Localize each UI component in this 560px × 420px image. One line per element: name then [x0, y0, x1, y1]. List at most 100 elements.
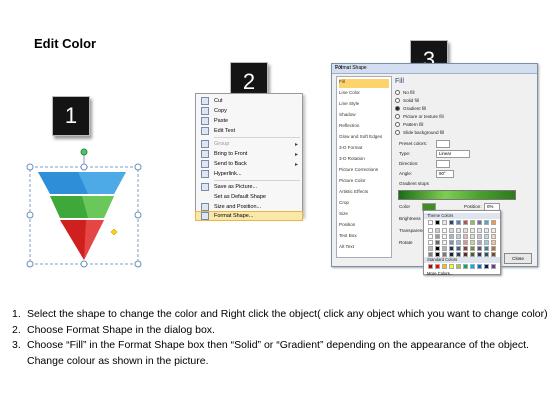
color-swatch[interactable]	[428, 220, 433, 225]
color-swatch[interactable]	[470, 246, 475, 251]
color-swatch[interactable]	[442, 234, 447, 239]
color-swatch[interactable]	[463, 240, 468, 245]
close-button[interactable]: Close	[504, 253, 532, 264]
color-swatch[interactable]	[442, 228, 447, 233]
rotate-checkbox[interactable]: Rotate	[399, 240, 413, 245]
color-swatch[interactable]	[463, 228, 468, 233]
color-swatch[interactable]	[456, 220, 461, 225]
color-swatch[interactable]	[477, 264, 482, 269]
direction-dropdown[interactable]	[436, 160, 450, 168]
radio-solid-fill[interactable]: Solid fill	[395, 98, 419, 103]
color-swatch[interactable]	[442, 246, 447, 251]
color-swatch[interactable]	[484, 220, 489, 225]
category-reflection[interactable]: Reflection	[339, 123, 389, 132]
color-swatch[interactable]	[449, 228, 454, 233]
category-alt-text[interactable]: Alt Text	[339, 244, 389, 253]
category-artistic-effects[interactable]: Artistic Effects	[339, 189, 389, 198]
color-swatch[interactable]	[477, 220, 482, 225]
color-swatch[interactable]	[428, 264, 433, 269]
color-swatch[interactable]	[470, 264, 475, 269]
category-picture-color[interactable]: Picture Color	[339, 178, 389, 187]
menu-item-send-to-back[interactable]: Send to Back ▸	[196, 159, 302, 169]
color-swatch[interactable]	[477, 228, 482, 233]
category-shadow[interactable]: Shadow	[339, 112, 389, 121]
color-swatch[interactable]	[470, 240, 475, 245]
radio-picture-fill[interactable]: Picture or texture fill	[395, 114, 444, 119]
radio-pattern-fill[interactable]: Pattern fill	[395, 122, 423, 127]
color-swatch[interactable]	[442, 220, 447, 225]
color-swatch[interactable]	[463, 234, 468, 239]
category-crop[interactable]: Crop	[339, 200, 389, 209]
color-swatch[interactable]	[477, 234, 482, 239]
category-fill[interactable]: Fill	[339, 79, 389, 88]
menu-item-copy[interactable]: Copy	[196, 106, 302, 116]
color-swatch[interactable]	[449, 220, 454, 225]
color-swatch[interactable]	[463, 264, 468, 269]
gradient-stops-bar[interactable]	[398, 190, 516, 200]
color-swatch[interactable]	[484, 228, 489, 233]
color-swatch[interactable]	[484, 246, 489, 251]
menu-item-bring-to-front[interactable]: Bring to Front ▸	[196, 149, 302, 159]
color-swatch[interactable]	[477, 246, 482, 251]
color-swatch[interactable]	[435, 228, 440, 233]
color-swatch[interactable]	[470, 220, 475, 225]
color-swatch[interactable]	[456, 228, 461, 233]
color-swatch[interactable]	[491, 246, 496, 251]
color-swatch[interactable]	[435, 264, 440, 269]
menu-item-cut[interactable]: Cut	[196, 96, 302, 106]
color-swatch[interactable]	[456, 246, 461, 251]
angle-input[interactable]: 90°	[436, 170, 454, 178]
color-swatch[interactable]	[477, 240, 482, 245]
help-close-icons[interactable]: ? X	[335, 65, 534, 71]
radio-gradient-fill[interactable]: Gradient fill	[395, 106, 426, 111]
menu-item-size-position[interactable]: Size and Position...	[196, 202, 302, 212]
category-3d-rotation[interactable]: 3-D Rotation	[339, 156, 389, 165]
more-colors-link[interactable]: More Colors...	[427, 271, 453, 276]
menu-item-edit-text[interactable]: Edit Text	[196, 126, 302, 136]
color-swatch[interactable]	[484, 234, 489, 239]
color-swatch[interactable]	[449, 234, 454, 239]
color-swatch[interactable]	[491, 220, 496, 225]
category-text-box[interactable]: Text Box	[339, 233, 389, 242]
color-swatch[interactable]	[484, 240, 489, 245]
menu-item-hyperlink[interactable]: Hyperlink...	[196, 169, 302, 179]
color-swatch[interactable]	[449, 246, 454, 251]
color-swatch[interactable]	[435, 246, 440, 251]
color-swatch[interactable]	[463, 246, 468, 251]
color-swatch[interactable]	[456, 264, 461, 269]
category-line-color[interactable]: Line Color	[339, 90, 389, 99]
type-dropdown[interactable]: Linear	[436, 150, 470, 158]
color-swatch[interactable]	[449, 240, 454, 245]
color-swatch[interactable]	[428, 240, 433, 245]
color-swatch[interactable]	[428, 234, 433, 239]
radio-slide-background-fill[interactable]: Slide background fill	[395, 130, 444, 135]
color-swatch[interactable]	[463, 220, 468, 225]
menu-item-set-default-shape[interactable]: Set as Default Shape	[196, 192, 302, 202]
radio-no-fill[interactable]: No fill	[395, 90, 415, 95]
menu-item-paste[interactable]: Paste	[196, 116, 302, 126]
color-swatch[interactable]	[435, 220, 440, 225]
color-swatch[interactable]	[442, 240, 447, 245]
category-picture-corrections[interactable]: Picture Corrections	[339, 167, 389, 176]
preset-colors-dropdown[interactable]	[436, 140, 450, 148]
color-swatch[interactable]	[470, 228, 475, 233]
category-glow[interactable]: Glow and Soft Edges	[339, 134, 389, 143]
menu-item-save-as-picture[interactable]: Save as Picture...	[196, 182, 302, 192]
menu-item-group[interactable]: Group ▸	[196, 139, 302, 149]
color-swatch[interactable]	[428, 246, 433, 251]
category-size[interactable]: Size	[339, 211, 389, 220]
color-swatch[interactable]	[470, 234, 475, 239]
menu-item-format-shape[interactable]: Format Shape...	[195, 211, 303, 221]
color-swatch[interactable]	[484, 264, 489, 269]
color-swatch[interactable]	[491, 228, 496, 233]
color-swatch[interactable]	[456, 240, 461, 245]
color-swatch[interactable]	[435, 234, 440, 239]
color-swatch[interactable]	[435, 240, 440, 245]
color-swatch[interactable]	[449, 264, 454, 269]
color-swatch[interactable]	[442, 264, 447, 269]
color-swatch[interactable]	[428, 228, 433, 233]
color-swatch[interactable]	[491, 240, 496, 245]
color-swatch[interactable]	[491, 234, 496, 239]
category-position[interactable]: Position	[339, 222, 389, 231]
category-line-style[interactable]: Line Style	[339, 101, 389, 110]
